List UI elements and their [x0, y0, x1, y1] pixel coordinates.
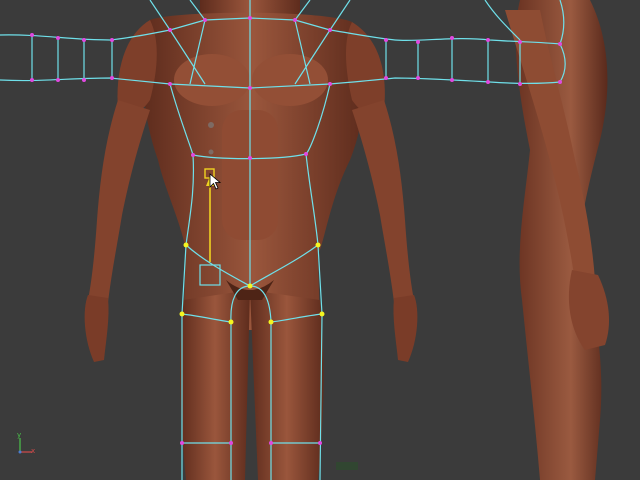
vertex[interactable]	[518, 82, 522, 86]
vertex[interactable]	[30, 78, 34, 82]
vertex[interactable]	[450, 78, 454, 82]
vertex[interactable]	[229, 441, 233, 445]
viewport-status-marker	[336, 462, 358, 470]
vertex[interactable]	[82, 78, 86, 82]
arrow-cursor-icon	[209, 173, 222, 190]
vertex[interactable]	[180, 441, 184, 445]
vertex[interactable]	[82, 38, 86, 42]
selected-vertex[interactable]	[247, 283, 253, 289]
manipulator-ghost-point	[208, 122, 214, 128]
vertex[interactable]	[450, 36, 454, 40]
selected-vertex[interactable]	[319, 311, 325, 317]
vertex[interactable]	[203, 18, 207, 22]
vertex[interactable]	[384, 38, 388, 42]
selected-vertex[interactable]	[268, 319, 274, 325]
vertex[interactable]	[416, 40, 420, 44]
selected-vertex[interactable]	[183, 242, 189, 248]
vertex[interactable]	[558, 80, 562, 84]
vertex[interactable]	[56, 36, 60, 40]
vertex[interactable]	[110, 38, 114, 42]
vertex[interactable]	[384, 76, 388, 80]
axis-gizmo-origin	[18, 450, 22, 454]
vertex[interactable]	[248, 156, 252, 160]
vertex[interactable]	[518, 40, 522, 44]
axis-y-label: y	[17, 431, 22, 439]
selected-vertex[interactable]	[228, 319, 234, 325]
vertex[interactable]	[56, 78, 60, 82]
3d-viewport[interactable]: x y	[0, 0, 640, 480]
vertex[interactable]	[248, 86, 252, 90]
figure-left-leg	[180, 290, 250, 480]
vertex[interactable]	[304, 152, 308, 156]
vertex[interactable]	[416, 76, 420, 80]
vertex[interactable]	[30, 33, 34, 37]
figure-left-pec	[174, 54, 250, 106]
figure-right-leg	[250, 290, 324, 480]
vertex[interactable]	[168, 82, 172, 86]
vertex[interactable]	[558, 42, 562, 46]
selected-vertex[interactable]	[179, 311, 185, 317]
vertex[interactable]	[269, 441, 273, 445]
vertex[interactable]	[328, 82, 332, 86]
manipulator-ghost-point	[208, 149, 214, 155]
vertex[interactable]	[110, 76, 114, 80]
vertex[interactable]	[486, 80, 490, 84]
vertex[interactable]	[318, 441, 322, 445]
figure-right-pec	[252, 54, 328, 106]
selected-vertex[interactable]	[315, 242, 321, 248]
vertex[interactable]	[486, 38, 490, 42]
axis-x-label: x	[31, 447, 36, 455]
vertex[interactable]	[328, 28, 332, 32]
viewport-scene[interactable]	[0, 0, 640, 480]
vertex[interactable]	[248, 16, 252, 20]
vertex[interactable]	[293, 18, 297, 22]
vertex[interactable]	[168, 28, 172, 32]
vertex[interactable]	[191, 153, 195, 157]
